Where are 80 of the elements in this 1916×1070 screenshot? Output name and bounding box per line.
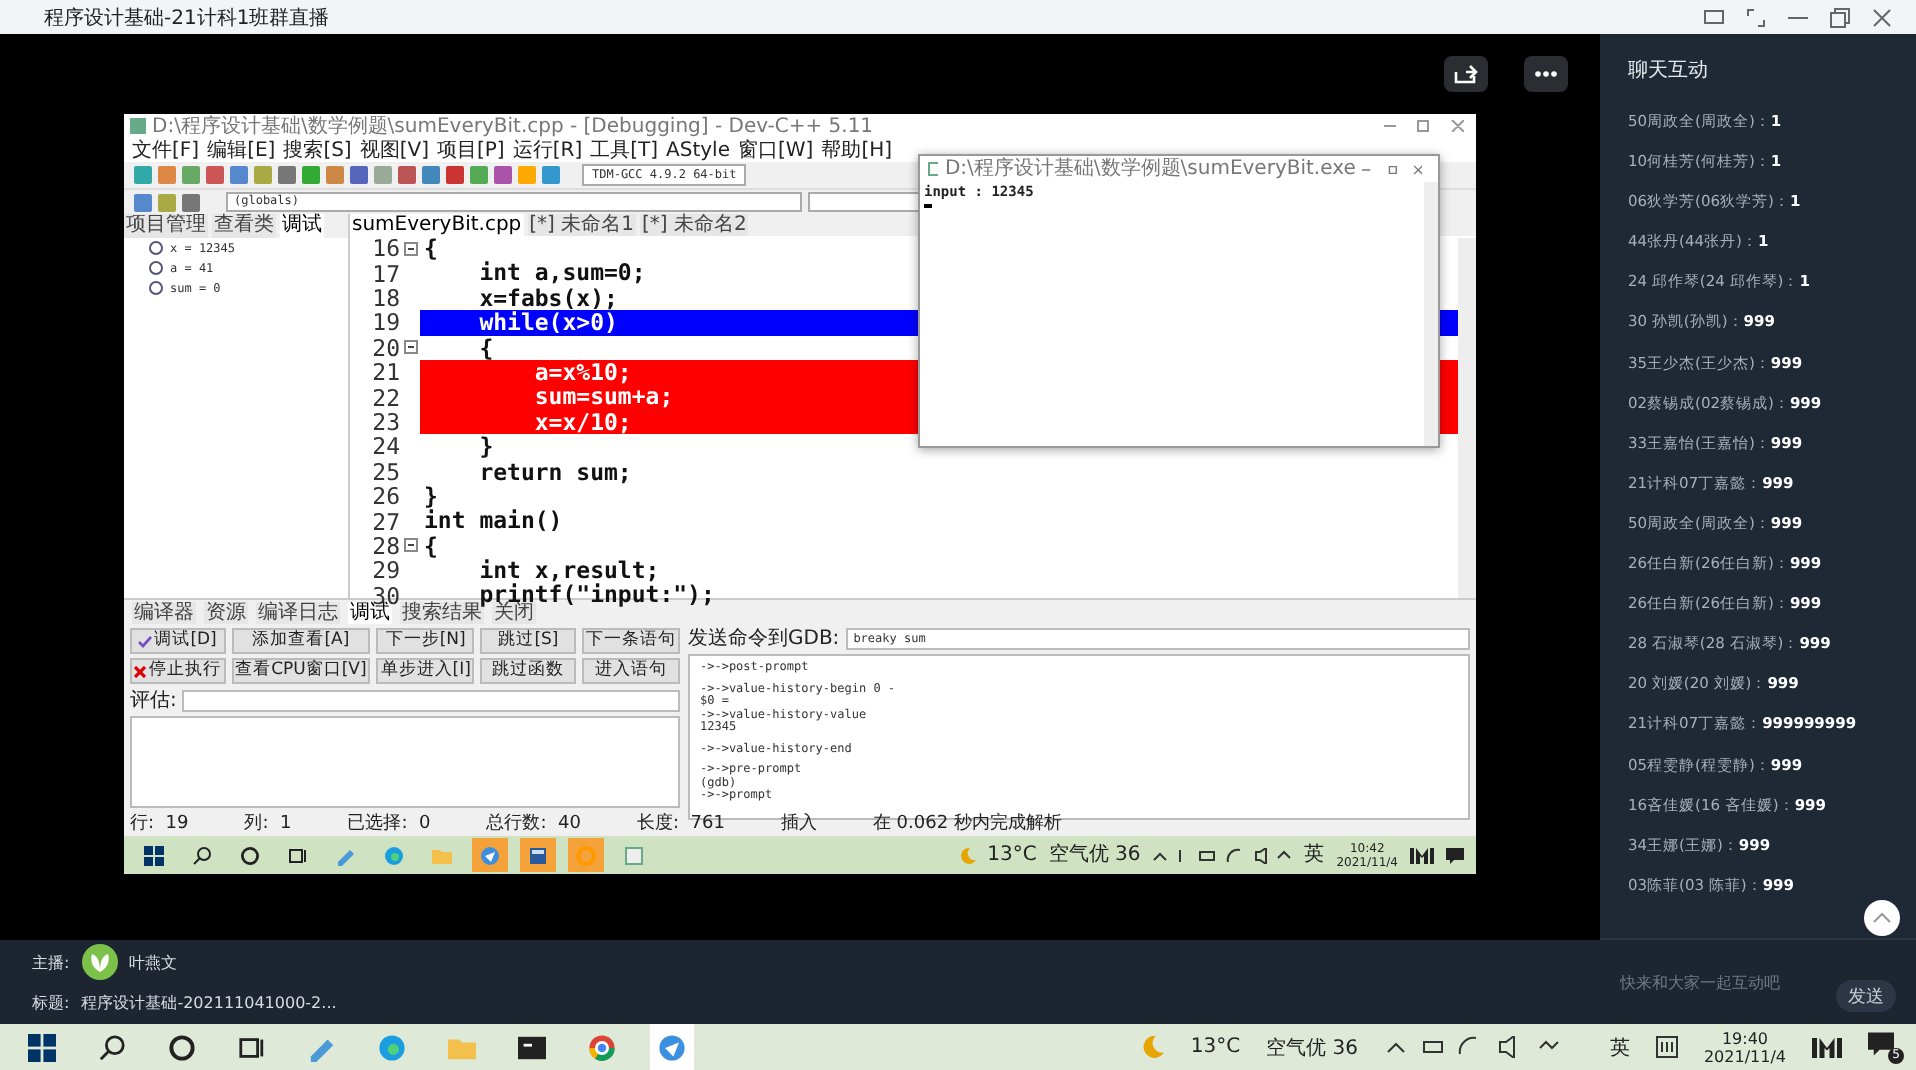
line-number: 24 [370,432,400,461]
panel-tab[interactable]: 搜索结果 [400,601,484,623]
line-number: 23 [370,407,400,436]
line-number: 29 [370,556,400,585]
air-quality-text: 空气优 36 [1266,1035,1358,1061]
status-item: 在 0.062 秒内完成解析 [872,813,1062,835]
line-number: 26 [370,482,400,511]
air-quality-text: 空气优 36 [1048,844,1141,866]
send-button[interactable]: 发送 [1836,980,1896,1012]
window-title: 程序设计基础-21计科1班群直播 [44,5,330,31]
menu-item[interactable]: 编辑[E] [207,139,276,161]
menu-item[interactable]: 工具[T] [590,139,659,161]
menu-item[interactable]: 项目[P] [437,139,505,161]
panel-tab[interactable]: 编译日志 [256,601,340,623]
status-item: 行: 19 [130,813,189,835]
line-number: 17 [370,259,400,288]
menu-item[interactable]: 搜索[S] [283,139,352,161]
line-number: 16 [372,234,400,263]
code-line: { [477,335,496,360]
debug-button[interactable]: 进入语句 [582,658,680,684]
line-number: 28 [370,531,400,560]
weather-text: 13°C [987,844,1037,866]
menu-item[interactable]: 窗口[W] [738,139,814,161]
debug-button[interactable]: 下一步[N] [376,628,475,654]
chat-input[interactable]: 快来和大家一起互动吧 [1616,971,1828,993]
panel-tab[interactable]: 查看类 [212,214,276,238]
debug-button[interactable]: 单步进入[I] [376,658,475,684]
clock[interactable]: 19:40 2021/11/4 [1703,1029,1786,1065]
chat-title: 聊天互动 [1626,58,1710,86]
code-line: { [422,533,440,559]
menu-item[interactable]: 文件[F] [132,139,200,161]
debug-button[interactable]: 调试[D] [130,628,226,654]
console-title: D:\程序设计基础\数学例题\sumEveryBit.exe [944,158,1356,180]
line-number: 21 [370,358,400,387]
status-item: 长度: 761 [636,813,725,835]
weather-text: 13°C [1190,1036,1241,1058]
line-number: 22 [370,383,400,412]
ime-indicator[interactable]: 英 [1609,1033,1630,1061]
menu-item[interactable]: AStyle [666,139,730,161]
debug-button[interactable]: 添加查看[A] [231,628,371,654]
debug-button[interactable]: 跳过[S] [480,628,576,654]
debug-button[interactable]: 停止执行 [130,658,226,684]
status-item: 列: 1 [244,813,292,835]
stream-title-label: 标题: [32,991,70,1013]
code-line: int x,result; [477,558,660,583]
file-tab[interactable]: sumEveryBit.cpp [350,214,524,236]
host-name: 叶燕文 [129,951,178,973]
status-item: 已选择: 0 [347,813,431,835]
debug-button[interactable]: 查看CPU窗口[V] [231,658,371,684]
panel-tab[interactable]: 调试 [280,214,324,238]
panel-tab[interactable]: 资源 [204,601,248,623]
status-item: 总行数: 40 [486,813,581,835]
code-line: } [422,483,438,509]
code-line: } [477,434,496,460]
panel-tab[interactable]: 项目管理 [124,214,208,238]
ime-indicator[interactable]: 英 [1304,844,1325,866]
line-number: 20 [370,333,400,362]
panel-tab[interactable]: 编译器 [132,601,196,623]
stream-title: 程序设计基础-202111041000-2... [81,991,337,1013]
code-line: return sum; [477,459,634,484]
debug-button[interactable]: 跳过函数 [480,658,576,684]
gdb-label: 发送命令到GDB: [688,628,840,650]
file-tab[interactable]: [*] 未命名2 [639,214,749,236]
menu-item[interactable]: 运行[R] [512,139,583,161]
code-line: int main() [422,508,565,534]
code-line: x=fabs(x); [477,285,618,311]
line-number: 25 [370,457,400,486]
menu-item[interactable]: 帮助[H] [821,139,893,161]
line-number: 19 [370,308,400,337]
evaluate-label: 评估: [130,689,177,711]
line-number: 27 [370,507,400,535]
debug-button[interactable]: 下一条语句 [582,628,680,654]
status-item: 插入 [780,813,817,835]
menu-item[interactable]: 视图[V] [359,139,429,161]
host-label: 主播: [32,951,70,973]
line-number: 18 [370,283,400,312]
code-line: { [424,236,438,261]
ide-title: D:\程序设计基础\数学例题\sumEveryBit.cpp - [Debugging] - Dev-C++ 5.11 [152,115,874,137]
code-line: int a,sum=0; [477,260,648,286]
file-tab[interactable]: [*] 未命名1 [527,214,636,236]
